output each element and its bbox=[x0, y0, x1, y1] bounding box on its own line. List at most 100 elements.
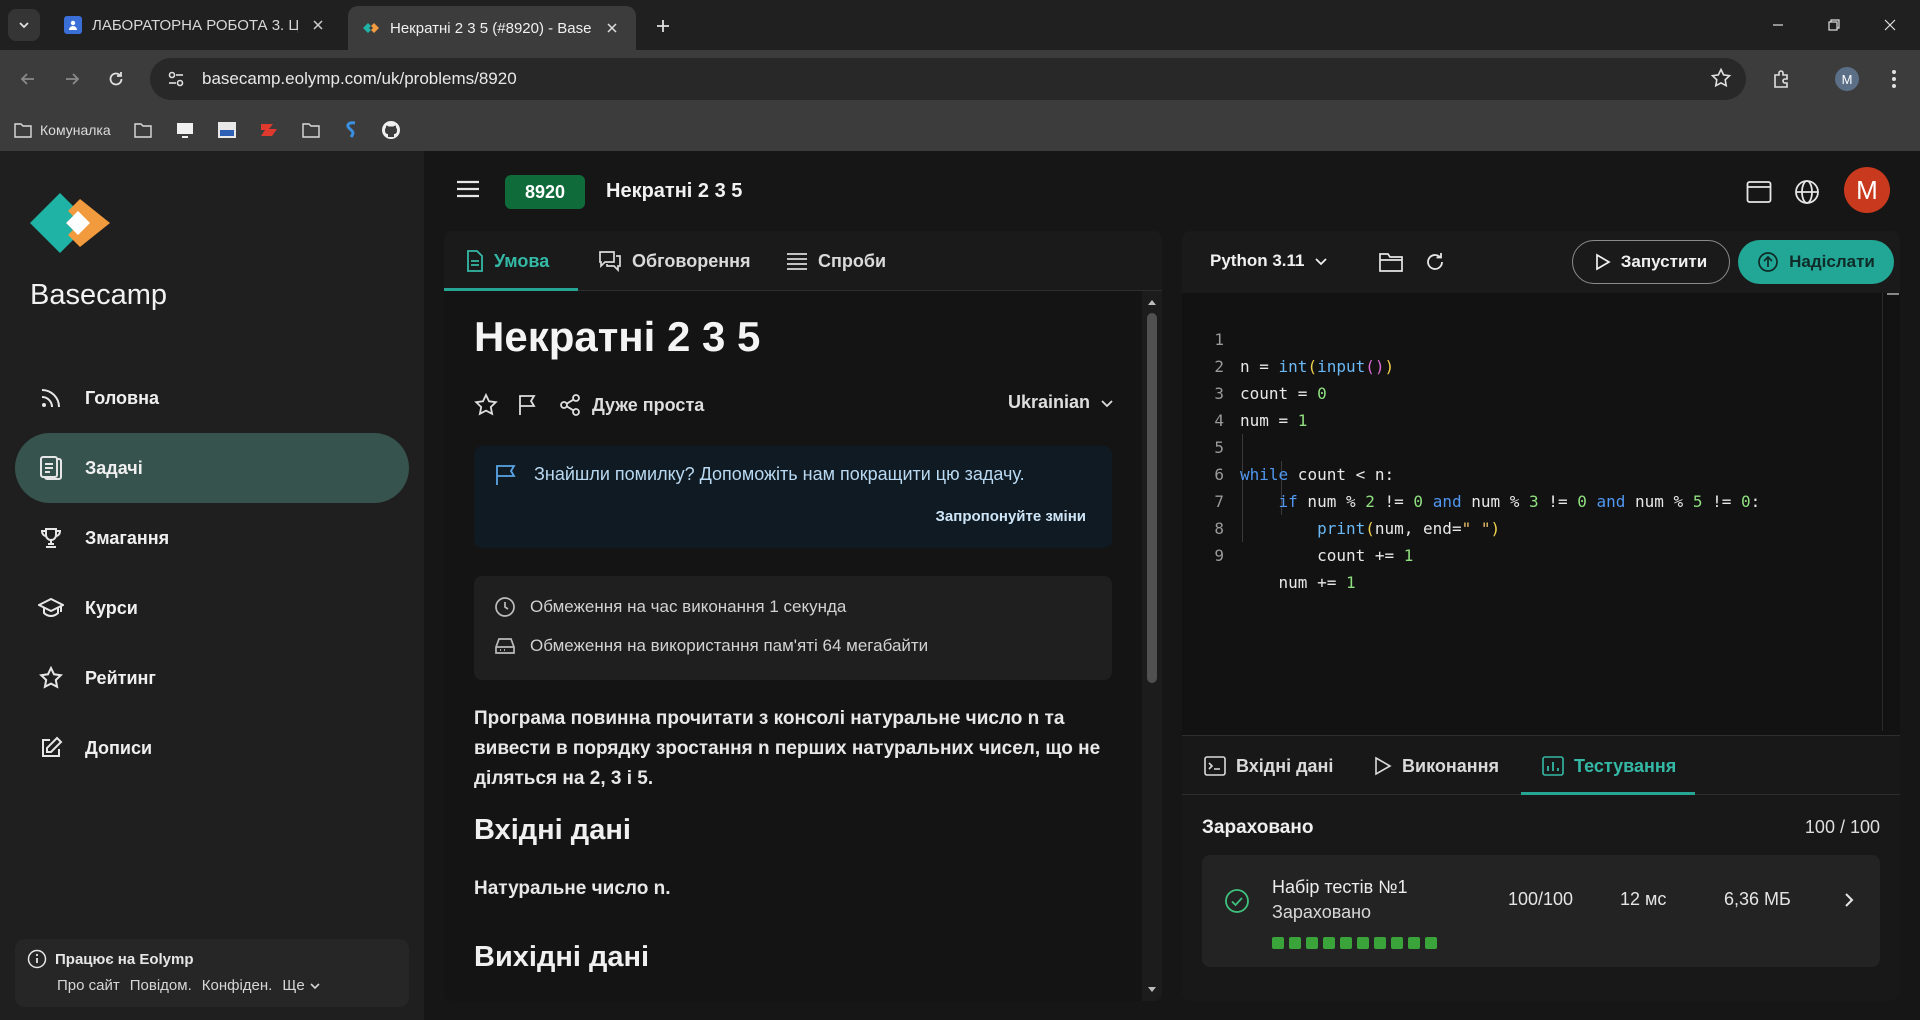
extensions-button[interactable] bbox=[1766, 63, 1798, 95]
reload-button[interactable] bbox=[100, 63, 132, 95]
user-avatar[interactable]: M bbox=[1844, 167, 1890, 213]
open-file-button[interactable] bbox=[1378, 249, 1404, 275]
statement-text: і bbox=[621, 768, 638, 789]
basecamp-logo-icon[interactable] bbox=[30, 193, 110, 253]
tune-icon bbox=[168, 71, 184, 87]
test-passed-dot[interactable] bbox=[1272, 937, 1284, 949]
tab-discussion[interactable]: Обговорення bbox=[598, 231, 750, 291]
refresh-icon bbox=[1427, 253, 1443, 270]
tab-input[interactable]: Вхідні дані bbox=[1204, 736, 1333, 796]
code-line: 7 print(num, end=" ") bbox=[1182, 461, 1872, 538]
sidebar-item-home[interactable]: Головна bbox=[15, 363, 409, 433]
sidebar-item-courses[interactable]: Курси bbox=[15, 573, 409, 643]
test-passed-dot[interactable] bbox=[1391, 937, 1403, 949]
browser-menu-button[interactable] bbox=[1878, 63, 1910, 95]
bookmark-red[interactable] bbox=[259, 121, 279, 139]
chevron-right-icon[interactable] bbox=[1842, 891, 1856, 909]
input-description: Натуральне число n. bbox=[474, 878, 671, 900]
sidebar-item-posts[interactable]: Дописи bbox=[15, 713, 409, 783]
footer-link-report[interactable]: Повідом. bbox=[130, 977, 192, 994]
close-icon[interactable] bbox=[308, 15, 328, 35]
active-tab-indicator bbox=[1521, 792, 1695, 795]
bookmark-folder-2[interactable] bbox=[301, 122, 321, 138]
test-passed-dot[interactable] bbox=[1408, 937, 1420, 949]
close-window-button[interactable] bbox=[1868, 10, 1912, 40]
app: Basecamp Головна Задачі Змагання Курси Р… bbox=[0, 151, 1920, 1020]
footer-link-privacy[interactable]: Конфіден. bbox=[202, 977, 273, 994]
site-info-button[interactable] bbox=[156, 62, 196, 96]
folder-icon bbox=[133, 122, 152, 138]
bookmark-avto[interactable] bbox=[217, 121, 237, 139]
address-bar[interactable]: basecamp.eolymp.com/uk/problems/8920 bbox=[150, 58, 1746, 100]
sidebar-item-contests[interactable]: Змагання bbox=[15, 503, 409, 573]
bookmark-star-icon[interactable] bbox=[1710, 67, 1732, 89]
minimize-button[interactable] bbox=[1756, 10, 1800, 40]
scroll-thumb[interactable] bbox=[1147, 313, 1157, 683]
more-vertical-icon bbox=[1892, 70, 1896, 88]
chevron-down-icon bbox=[17, 18, 31, 32]
bookmark-github[interactable] bbox=[381, 120, 401, 140]
test-group-score: 100/100 bbox=[1508, 889, 1574, 909]
powered-by-box: Працює на Eolymp Про сайт Повідом. Конфі… bbox=[15, 939, 409, 1007]
test-passed-dot[interactable] bbox=[1289, 937, 1301, 949]
close-icon[interactable] bbox=[602, 18, 622, 38]
scroll-up-icon[interactable] bbox=[1146, 297, 1158, 307]
tab-execution[interactable]: Виконання bbox=[1374, 736, 1499, 796]
problem-scrollbar[interactable] bbox=[1142, 291, 1162, 1001]
new-tab-button[interactable] bbox=[650, 13, 676, 39]
input-variable: n bbox=[653, 878, 666, 899]
problem-id-badge: 8920 bbox=[505, 175, 586, 209]
plus-icon bbox=[655, 18, 671, 34]
s-logo-icon bbox=[345, 120, 355, 138]
clipboard-icon bbox=[37, 454, 65, 482]
folder-icon bbox=[301, 122, 320, 138]
sidebar-item-problems[interactable]: Задачі bbox=[15, 433, 409, 503]
footer-link-about[interactable]: Про сайт bbox=[57, 977, 120, 994]
tab-testing[interactable]: Тестування bbox=[1542, 736, 1676, 796]
menu-button[interactable] bbox=[456, 179, 480, 199]
browser-tab-lab[interactable]: ЛАБОРАТОРНА РОБОТА 3. ЦИ bbox=[50, 6, 342, 44]
flag-icon[interactable] bbox=[516, 393, 540, 417]
back-button[interactable] bbox=[12, 63, 44, 95]
code-editor[interactable]: 1 n = int(input()) 2 count = 0 3 num = 1… bbox=[1182, 299, 1882, 719]
submit-button[interactable]: Надіслати bbox=[1738, 240, 1894, 284]
reset-code-button[interactable] bbox=[1422, 249, 1448, 275]
suggest-changes-link[interactable]: Запропонуйте зміни bbox=[936, 508, 1086, 525]
profile-button[interactable]: M bbox=[1831, 63, 1863, 95]
tab-search-button[interactable] bbox=[8, 9, 40, 41]
test-group-card[interactable]: Набір тестів №1 Зараховано 100/100 12 мс… bbox=[1202, 855, 1880, 967]
window-layout-button[interactable] bbox=[1744, 177, 1774, 207]
test-passed-dot[interactable] bbox=[1374, 937, 1386, 949]
bookmark-s[interactable] bbox=[343, 120, 359, 140]
bookmark-monitor[interactable] bbox=[175, 121, 195, 139]
favorite-star-icon[interactable] bbox=[474, 393, 498, 417]
test-passed-dot[interactable] bbox=[1340, 937, 1352, 949]
test-passed-dot[interactable] bbox=[1357, 937, 1369, 949]
tab-statement[interactable]: Умова bbox=[466, 231, 549, 291]
test-passed-dot[interactable] bbox=[1323, 937, 1335, 949]
bookmark-komunalka[interactable]: Комуналка bbox=[14, 122, 111, 138]
test-group-name: Набір тестів №1 bbox=[1272, 877, 1408, 897]
editor-scrollbar[interactable] bbox=[1882, 293, 1900, 731]
test-passed-dot[interactable] bbox=[1425, 937, 1437, 949]
monitor-icon bbox=[176, 122, 193, 138]
forward-button[interactable] bbox=[56, 63, 88, 95]
bookmark-folder[interactable] bbox=[133, 122, 153, 138]
check-circle-icon bbox=[1224, 888, 1250, 914]
language-select[interactable]: Python 3.11 bbox=[1210, 251, 1328, 271]
browser-window-icon bbox=[1746, 181, 1772, 203]
footer-link-more[interactable]: Ще bbox=[282, 977, 320, 994]
tab-attempts[interactable]: Спроби bbox=[786, 231, 886, 291]
sidebar-item-rating[interactable]: Рейтинг bbox=[15, 643, 409, 713]
scroll-down-icon[interactable] bbox=[1146, 985, 1158, 995]
run-button[interactable]: Запустити bbox=[1572, 240, 1730, 284]
share-icon[interactable] bbox=[558, 393, 582, 417]
close-icon bbox=[1884, 19, 1896, 31]
language-button[interactable] bbox=[1792, 177, 1822, 207]
browser-tab-problem[interactable]: Некратні 2 3 5 (#8920) - Basec bbox=[348, 6, 636, 50]
test-passed-dot[interactable] bbox=[1306, 937, 1318, 949]
statement-language-select[interactable]: Ukrainian bbox=[1008, 392, 1114, 413]
memory-limit-text: Обмеження на використання пам'яті 64 мег… bbox=[530, 636, 929, 655]
code-line: 3 num = 1 bbox=[1182, 353, 1872, 430]
restore-button[interactable] bbox=[1812, 10, 1856, 40]
